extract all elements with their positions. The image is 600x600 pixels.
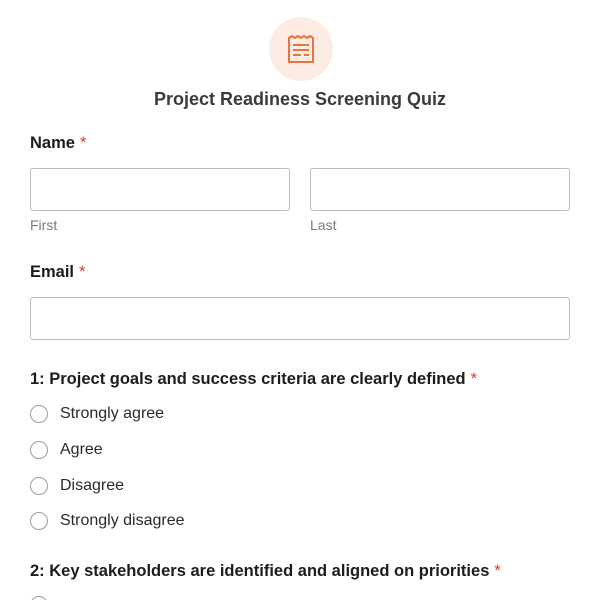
option-label: Agree — [60, 441, 103, 458]
option-label: Strongly agree — [60, 405, 165, 422]
last-name-input[interactable] — [310, 168, 570, 211]
email-input[interactable] — [30, 297, 570, 340]
question-2-text: 2: Key stakeholders are identified and a… — [30, 562, 490, 580]
first-name-input[interactable] — [30, 168, 290, 211]
q1-option-disagree[interactable]: Disagree — [30, 474, 124, 498]
option-label: Strongly disagree — [60, 512, 185, 529]
first-name-sublabel: First — [30, 217, 58, 233]
last-name-sublabel: Last — [310, 217, 337, 233]
question-2-label: 2: Key stakeholders are identified and a… — [30, 560, 501, 582]
form-title: Project Readiness Screening Quiz — [153, 89, 447, 109]
form-page: Project Readiness Screening Quiz Name * F… — [0, 0, 600, 600]
radio-button[interactable] — [30, 596, 48, 600]
required-asterisk: * — [470, 370, 478, 388]
required-asterisk: * — [79, 134, 87, 152]
form-document-icon — [288, 35, 314, 63]
radio-button[interactable] — [30, 512, 48, 530]
form-logo — [269, 17, 333, 81]
q2-option-first[interactable] — [30, 593, 48, 600]
radio-button[interactable] — [30, 405, 48, 423]
name-label-text: Name — [30, 134, 75, 152]
question-1-label: 1: Project goals and success criteria ar… — [30, 368, 477, 390]
q1-option-strongly-agree[interactable]: Strongly agree — [30, 402, 164, 426]
email-label-text: Email — [30, 263, 75, 281]
radio-button[interactable] — [30, 441, 48, 459]
name-field-label: Name * — [30, 132, 86, 154]
required-asterisk: * — [79, 263, 86, 281]
question-1-text: 1: Project goals and success criteria ar… — [30, 370, 466, 388]
email-field-label: Email * — [30, 261, 85, 283]
radio-button[interactable] — [30, 477, 48, 495]
q1-option-strongly-disagree[interactable]: Strongly disagree — [30, 509, 185, 533]
required-asterisk: * — [494, 562, 501, 580]
option-label: Disagree — [60, 477, 125, 494]
q1-option-agree[interactable]: Agree — [30, 438, 103, 462]
